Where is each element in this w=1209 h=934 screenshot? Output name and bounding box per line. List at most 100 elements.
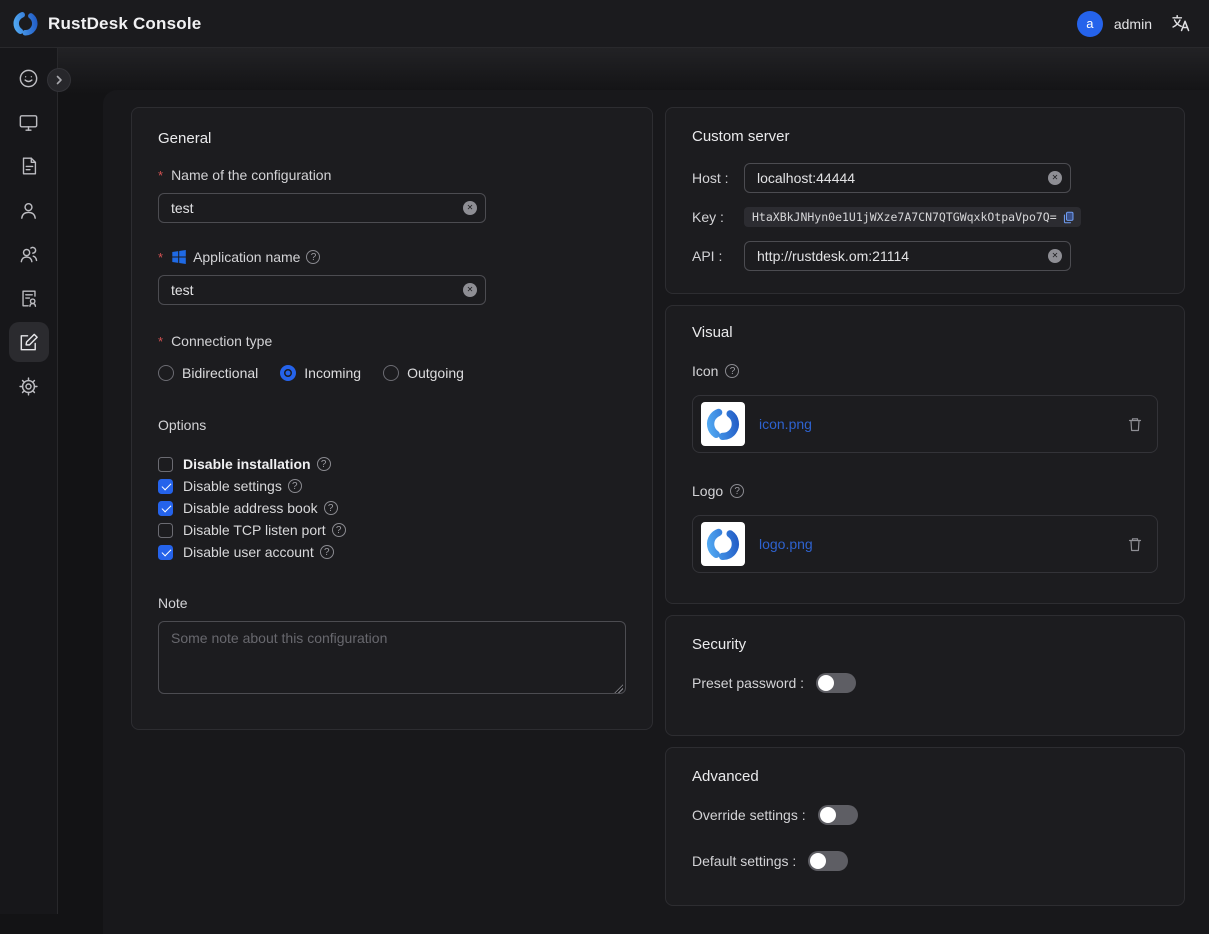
note-textarea[interactable] — [158, 621, 626, 694]
rustdesk-logo-icon — [12, 10, 39, 37]
avatar[interactable]: a — [1077, 11, 1103, 37]
user-icon — [17, 199, 40, 222]
app-title: RustDesk Console — [48, 14, 201, 34]
rustdesk-logo-icon — [705, 406, 741, 442]
override-settings-label: Override settings : — [692, 807, 806, 823]
icon-file-link[interactable]: icon.png — [759, 416, 812, 432]
smiley-icon — [17, 67, 40, 90]
logo-file-box: logo.png — [692, 515, 1158, 573]
radio-bidirectional[interactable]: Bidirectional — [158, 365, 258, 381]
edit-icon — [17, 331, 40, 354]
visual-title: Visual — [692, 324, 1158, 341]
icon-thumbnail — [701, 402, 745, 446]
help-icon[interactable]: ? — [320, 545, 334, 559]
custom-server-card: Custom server Host : ✕ Key : HtaXBkJNHyn… — [665, 107, 1185, 294]
general-card: General * Name of the configuration ✕ * — [131, 107, 653, 730]
note-label: Note — [158, 595, 626, 611]
sidebar-expand-button[interactable] — [47, 68, 71, 92]
main-area: General * Name of the configuration ✕ * — [58, 48, 1209, 914]
sidebar-item-users[interactable] — [9, 190, 49, 230]
option-disable-address-book[interactable]: Disable address book ? — [158, 497, 626, 519]
preset-password-label: Preset password : — [692, 675, 804, 691]
sidebar-item-custom-clients[interactable] — [9, 322, 49, 362]
trash-icon — [1127, 416, 1143, 433]
option-disable-settings[interactable]: Disable settings ? — [158, 475, 626, 497]
help-icon[interactable]: ? — [332, 523, 346, 537]
clear-icon[interactable]: ✕ — [1048, 171, 1062, 185]
help-icon[interactable]: ? — [288, 479, 302, 493]
required-asterisk: * — [158, 334, 163, 349]
help-icon[interactable]: ? — [306, 250, 320, 264]
security-card: Security Preset password : — [665, 615, 1185, 736]
custom-server-title: Custom server — [692, 128, 1158, 145]
radio-outgoing[interactable]: Outgoing — [383, 365, 464, 381]
language-button[interactable] — [1170, 13, 1191, 34]
sidebar-item-audit[interactable] — [9, 278, 49, 318]
radio-icon — [158, 365, 174, 381]
topbar: RustDesk Console a admin — [0, 0, 1209, 48]
config-name-input[interactable] — [158, 193, 486, 223]
radio-incoming[interactable]: Incoming — [280, 365, 361, 381]
options-group: Disable installation ? Disable settings … — [158, 453, 626, 563]
radio-icon — [383, 365, 399, 381]
security-title: Security — [692, 636, 1158, 653]
checkbox-icon[interactable] — [158, 479, 173, 494]
help-icon[interactable]: ? — [730, 484, 744, 498]
rustdesk-logo-icon — [705, 526, 741, 562]
icon-label: Icon ? — [692, 363, 1158, 379]
help-icon[interactable]: ? — [317, 457, 331, 471]
copy-key-button[interactable] — [1062, 211, 1075, 224]
help-icon[interactable]: ? — [725, 364, 739, 378]
help-icon[interactable]: ? — [324, 501, 338, 515]
application-name-input[interactable] — [158, 275, 486, 305]
sidebar-item-documents[interactable] — [9, 146, 49, 186]
key-value: HtaXBkJNHyn0e1U1jWXze7A7CN7QTGWqxkOtpaVp… — [752, 210, 1057, 224]
key-value-chip: HtaXBkJNHyn0e1U1jWXze7A7CN7QTGWqxkOtpaVp… — [744, 207, 1081, 227]
delete-logo-button[interactable] — [1127, 536, 1143, 553]
icon-file-box: icon.png — [692, 395, 1158, 453]
sidebar-item-settings[interactable] — [9, 366, 49, 406]
sidebar-item-dashboard[interactable] — [9, 58, 49, 98]
translate-icon — [1170, 13, 1191, 34]
required-asterisk: * — [158, 168, 163, 183]
default-settings-toggle[interactable] — [808, 851, 848, 871]
chevron-right-icon — [53, 74, 65, 86]
preset-password-toggle[interactable] — [816, 673, 856, 693]
logo-thumbnail — [701, 522, 745, 566]
clear-icon[interactable]: ✕ — [463, 283, 477, 297]
option-disable-tcp-listen-port[interactable]: Disable TCP listen port ? — [158, 519, 626, 541]
host-label: Host : — [692, 170, 744, 186]
content-wrapper: General * Name of the configuration ✕ * — [103, 90, 1209, 934]
sidebar — [0, 48, 58, 914]
advanced-title: Advanced — [692, 768, 1158, 785]
advanced-card: Advanced Override settings : Default set… — [665, 747, 1185, 906]
clear-icon[interactable]: ✕ — [463, 201, 477, 215]
checkbox-icon[interactable] — [158, 523, 173, 538]
connection-type-group: Bidirectional Incoming Outgoing — [158, 365, 626, 381]
user-menu[interactable]: a admin — [1077, 11, 1152, 37]
sidebar-item-devices[interactable] — [9, 102, 49, 142]
checkbox-icon[interactable] — [158, 457, 173, 472]
logo-file-link[interactable]: logo.png — [759, 536, 813, 552]
delete-icon-button[interactable] — [1127, 416, 1143, 433]
option-disable-user-account[interactable]: Disable user account ? — [158, 541, 626, 563]
host-input[interactable] — [744, 163, 1071, 193]
required-asterisk: * — [158, 250, 163, 265]
visual-card: Visual Icon ? icon.png — [665, 305, 1185, 604]
audit-log-icon — [18, 287, 40, 309]
checkbox-icon[interactable] — [158, 545, 173, 560]
key-label: Key : — [692, 209, 744, 225]
override-settings-toggle[interactable] — [818, 805, 858, 825]
default-settings-label: Default settings : — [692, 853, 796, 869]
clear-icon[interactable]: ✕ — [1048, 249, 1062, 263]
document-icon — [18, 155, 40, 177]
brand: RustDesk Console — [12, 10, 201, 37]
option-disable-installation[interactable]: Disable installation ? — [158, 453, 626, 475]
windows-icon — [171, 249, 187, 265]
checkbox-icon[interactable] — [158, 501, 173, 516]
sidebar-item-groups[interactable] — [9, 234, 49, 274]
connection-type-label: * Connection type — [158, 333, 626, 349]
api-label: API : — [692, 248, 744, 264]
api-input[interactable] — [744, 241, 1071, 271]
users-icon — [17, 243, 40, 266]
